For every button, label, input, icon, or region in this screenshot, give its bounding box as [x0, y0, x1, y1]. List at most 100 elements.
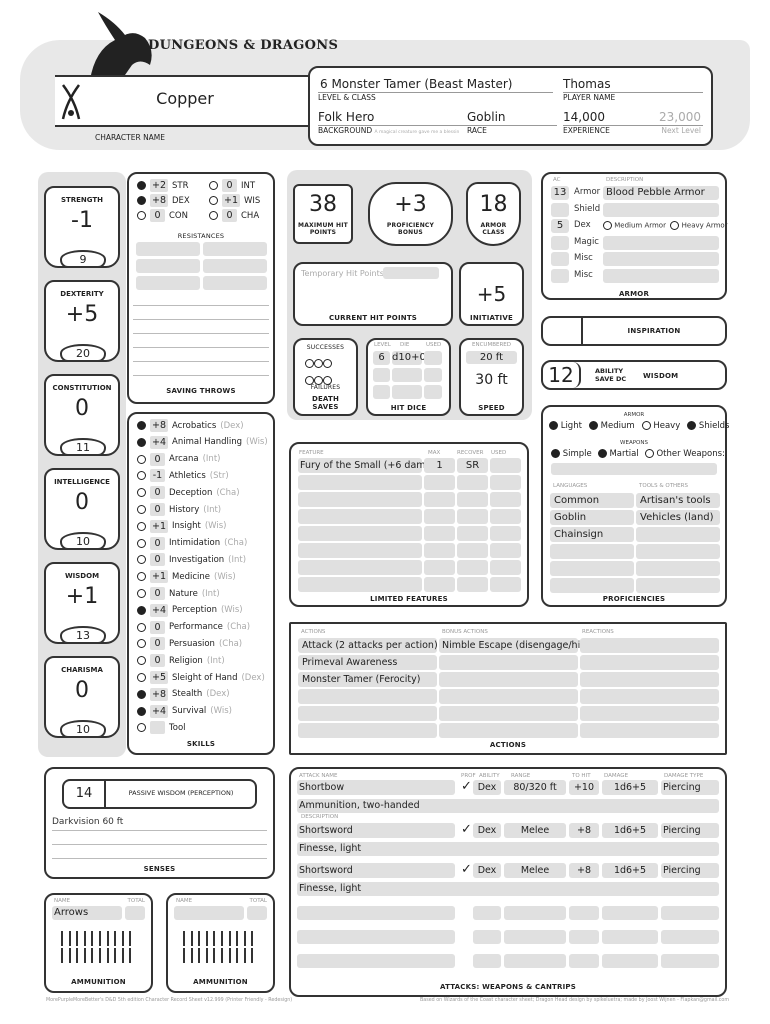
heavy-armor-radio[interactable] [670, 221, 680, 230]
feature-max-field[interactable] [424, 509, 455, 524]
armor-description-field[interactable] [603, 252, 719, 266]
attack-damage-type-field[interactable]: Piercing [661, 823, 719, 838]
action-field[interactable] [298, 706, 437, 721]
proficiency-checkbox[interactable] [641, 421, 651, 430]
armor-ac-field[interactable]: 5 [551, 219, 569, 233]
arrow-icon[interactable] [243, 948, 246, 963]
arrow-icon[interactable] [68, 931, 71, 946]
attack-damage-type-field[interactable]: Piercing [661, 863, 719, 878]
proficiency-checkbox[interactable] [137, 538, 146, 548]
arrow-icon[interactable] [183, 948, 185, 963]
attack-empty-field[interactable] [473, 906, 501, 920]
attack-damage-field[interactable]: 1d6+5 [602, 863, 658, 878]
temp-hp-field[interactable] [383, 267, 439, 279]
ability-score[interactable]: 11 [60, 438, 106, 456]
arrow-icon[interactable] [76, 948, 79, 963]
proficiency-checkbox[interactable] [137, 706, 146, 716]
tool-field[interactable] [636, 578, 720, 593]
language-field[interactable]: Chainsign [550, 527, 634, 542]
feature-recover-field[interactable] [457, 492, 488, 507]
attack-name-field[interactable]: Shortsword [297, 863, 455, 878]
arrow-icon[interactable] [83, 948, 86, 963]
attack-empty-field[interactable] [297, 954, 455, 968]
bonus-action-field[interactable]: Nimble Escape (disengage/hide) [439, 638, 596, 653]
arrow-icon[interactable] [91, 948, 94, 963]
attack-range-field[interactable]: Melee [504, 823, 566, 838]
proficiency-checkbox[interactable] [209, 196, 218, 205]
attack-proficient-check[interactable]: ✓ [461, 862, 472, 877]
feature-name-field[interactable] [298, 526, 422, 541]
bonus-action-field[interactable] [439, 655, 578, 670]
arrow-icon[interactable] [99, 931, 101, 946]
armor-ac-field[interactable]: 13 [551, 186, 569, 200]
hd-field[interactable] [373, 368, 390, 382]
armor-ac-field[interactable] [551, 202, 569, 217]
hd-field[interactable] [424, 385, 442, 399]
attack-proficient-check[interactable]: ✓ [461, 779, 472, 794]
attack-empty-field[interactable] [661, 930, 719, 944]
proficiency-checkbox[interactable] [137, 437, 146, 447]
attack-description-field[interactable]: Finesse, light [297, 842, 719, 856]
attack-to-hit-field[interactable]: +10 [569, 780, 599, 795]
hd-field[interactable] [392, 368, 422, 382]
feature-recover-field[interactable] [457, 475, 488, 490]
proficiency-checkbox[interactable] [137, 521, 146, 531]
death-save-success-3[interactable] [323, 359, 332, 368]
proficiency-checkbox[interactable] [137, 211, 146, 220]
arrow-icon[interactable] [76, 931, 79, 946]
feature-max-field[interactable] [424, 475, 455, 490]
attack-damage-field[interactable]: 1d6+5 [602, 823, 658, 838]
armor-ac-field[interactable] [551, 235, 569, 250]
feature-name-field[interactable] [298, 543, 422, 558]
attack-range-field[interactable]: Melee [504, 863, 566, 878]
armor-description-field[interactable] [603, 268, 719, 283]
proficiency-checkbox[interactable] [137, 555, 146, 565]
feature-max-field[interactable] [424, 543, 455, 558]
arrow-icon[interactable] [61, 931, 63, 946]
feature-used-field[interactable] [490, 543, 521, 558]
hd-level-value[interactable]: 6 [373, 351, 390, 365]
arrow-icon[interactable] [228, 931, 231, 946]
arrow-icon[interactable] [61, 948, 63, 963]
action-field[interactable]: Attack (2 attacks per action) [298, 638, 438, 653]
arrow-icon[interactable] [106, 948, 109, 963]
feature-used-field[interactable] [490, 577, 521, 592]
feature-name-field[interactable] [298, 577, 422, 592]
action-field[interactable] [298, 689, 437, 704]
attack-description-field[interactable]: Finesse, light [297, 882, 719, 896]
reaction-field[interactable] [580, 689, 719, 704]
feature-max-field[interactable] [424, 577, 455, 592]
hd-die-value[interactable]: d10+0 [392, 351, 426, 365]
resistance-field[interactable] [203, 259, 267, 273]
attack-proficient-check[interactable]: ✓ [461, 822, 472, 837]
max-hp-value[interactable]: 38 [295, 192, 351, 217]
race-value[interactable]: Goblin [467, 110, 506, 124]
proficiency-checkbox[interactable] [209, 211, 218, 220]
ability-score[interactable]: 10 [60, 532, 106, 550]
tool-field[interactable] [636, 527, 720, 542]
arrow-icon[interactable] [91, 931, 94, 946]
arrow-icon[interactable] [198, 948, 201, 963]
feature-name-field[interactable] [298, 509, 422, 524]
sense-text[interactable]: Darkvision 60 ft [52, 817, 123, 827]
ability-score[interactable]: 9 [60, 250, 106, 268]
proficiency-checkbox[interactable] [137, 181, 146, 190]
ammo-name-field[interactable]: Arrows [52, 906, 122, 920]
attack-empty-field[interactable] [569, 906, 599, 920]
feature-recover-field[interactable] [457, 543, 488, 558]
feature-max-field[interactable]: 1 [424, 458, 455, 473]
feature-max-field[interactable] [424, 560, 455, 575]
attack-empty-field[interactable] [602, 954, 658, 968]
feature-used-field[interactable] [490, 509, 521, 524]
arrow-icon[interactable] [221, 948, 223, 963]
arrow-icon[interactable] [236, 948, 239, 963]
medium-armor-radio[interactable] [603, 221, 612, 230]
arrow-icon[interactable] [183, 931, 185, 946]
bonus-action-field[interactable] [439, 723, 578, 738]
feature-recover-field[interactable] [457, 577, 488, 592]
proficiency-checkbox[interactable] [137, 673, 146, 682]
feature-name-field[interactable] [298, 560, 422, 575]
tool-field[interactable]: Artisan's tools [636, 493, 720, 508]
proficiency-checkbox[interactable] [549, 421, 558, 430]
bonus-action-field[interactable] [439, 672, 578, 687]
